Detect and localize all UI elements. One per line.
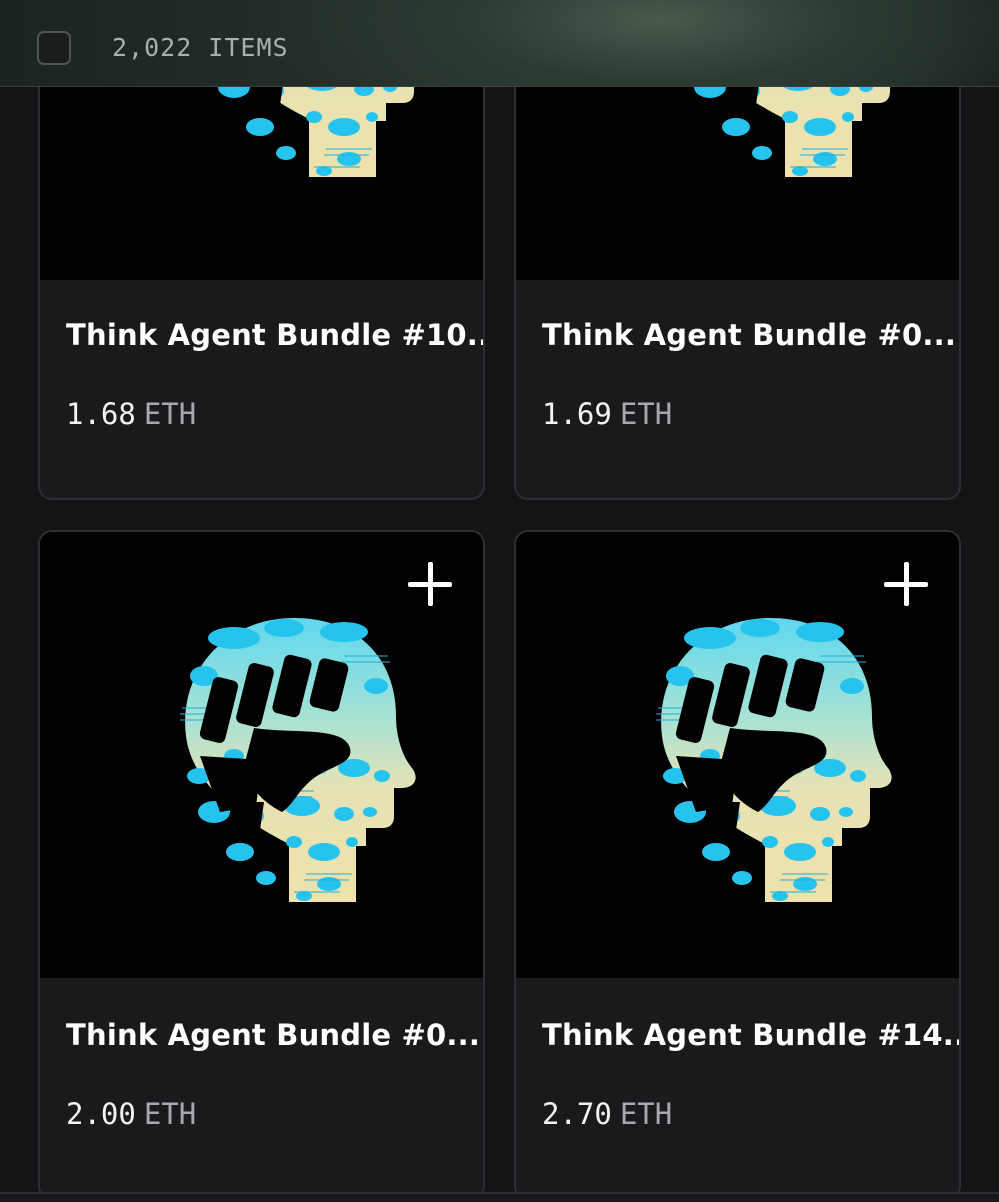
add-to-cart-plus-icon[interactable] xyxy=(884,562,928,606)
price-currency: ETH xyxy=(143,1097,197,1131)
price-amount: 1.68 xyxy=(66,397,136,431)
add-to-cart-plus-icon[interactable] xyxy=(408,562,452,606)
head-fist-art xyxy=(179,617,417,903)
listing-price: 1.69 ETH xyxy=(542,397,672,431)
listing-title[interactable]: Think Agent Bundle #0... xyxy=(542,318,956,352)
listing-title[interactable]: Think Agent Bundle #0... xyxy=(66,1018,480,1052)
top-bar: 2,022 ITEMS xyxy=(0,0,999,87)
listing-title[interactable]: Think Agent Bundle #10... xyxy=(66,318,483,352)
nft-image[interactable] xyxy=(516,532,959,978)
listing-card[interactable]: Think Agent Bundle #0... 2.00 ETH xyxy=(38,530,485,1200)
price-amount: 2.70 xyxy=(542,1097,612,1131)
nft-image[interactable] xyxy=(40,532,483,978)
next-row-edge xyxy=(0,1192,999,1202)
item-count: 2,022 ITEMS xyxy=(112,33,289,62)
listing-price: 2.00 ETH xyxy=(66,1097,196,1131)
head-fist-art xyxy=(655,617,893,903)
price-currency: ETH xyxy=(619,397,673,431)
listing-price: 2.70 ETH xyxy=(542,1097,672,1131)
listing-title[interactable]: Think Agent Bundle #14... xyxy=(542,1018,959,1052)
listing-price: 1.68 ETH xyxy=(66,397,196,431)
listing-card[interactable]: Think Agent Bundle #14... 2.70 ETH xyxy=(514,530,961,1200)
price-currency: ETH xyxy=(143,397,197,431)
price-amount: 2.00 xyxy=(66,1097,136,1131)
price-amount: 1.69 xyxy=(542,397,612,431)
price-currency: ETH xyxy=(619,1097,673,1131)
select-all-checkbox[interactable] xyxy=(37,31,71,65)
